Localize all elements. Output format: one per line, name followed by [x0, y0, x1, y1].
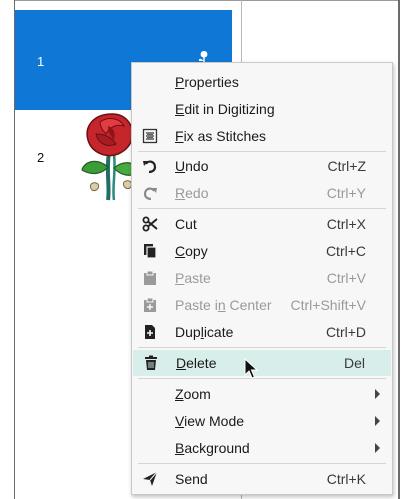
menu-item-shortcut: Ctrl+K — [326, 471, 366, 487]
menu-item-label: Zoom — [175, 386, 211, 402]
trash-icon — [145, 355, 157, 370]
row-number-2: 2 — [37, 150, 45, 165]
menu-item-duplicate[interactable]: Duplicate Ctrl+D — [132, 319, 392, 345]
menu-item-shortcut: Del — [343, 355, 365, 371]
menu-item-label: Copy — [175, 243, 208, 259]
menu-item-label: Fix as Stitches — [175, 128, 267, 144]
menu-item-edit-in-digitizing[interactable]: Edit in Digitizing — [132, 96, 392, 122]
fix-stitches-icon — [142, 128, 158, 144]
menu-item-send[interactable]: Send Ctrl+K — [132, 466, 392, 492]
menu-item-label: Paste in Center — [175, 297, 272, 313]
menu-item-shortcut: Ctrl+Y — [326, 185, 366, 201]
menu-item-label: Undo — [175, 158, 209, 174]
menu-separator — [138, 151, 386, 152]
menu-item-cut[interactable]: Cut Ctrl+X — [132, 211, 392, 237]
panel-border-top — [14, 0, 400, 1]
menu-item-paste-in-center[interactable]: Paste in Center Ctrl+Shift+V — [132, 292, 392, 318]
menu-item-copy[interactable]: Copy Ctrl+C — [132, 238, 392, 264]
menu-item-redo[interactable]: Redo Ctrl+Y — [132, 180, 392, 206]
context-menu: Properties Edit in Digitizing Fix as Sti… — [131, 62, 393, 495]
row-number-1: 1 — [37, 54, 45, 69]
submenu-arrow-icon — [375, 389, 380, 399]
mouse-pointer-icon — [244, 358, 259, 379]
paste-center-icon — [144, 297, 156, 312]
menu-separator — [138, 463, 386, 464]
submenu-arrow-icon — [375, 443, 380, 453]
undo-icon — [143, 160, 157, 174]
send-icon — [143, 471, 158, 486]
menu-item-shortcut: Ctrl+Z — [327, 158, 367, 174]
menu-item-label: Redo — [175, 185, 209, 201]
design-list-panel: 1 2 Properties Edit in Digitizing Fix as… — [0, 0, 401, 499]
menu-separator — [138, 378, 386, 379]
menu-item-view-mode[interactable]: View Mode — [132, 408, 392, 434]
menu-item-shortcut: Ctrl+Shift+V — [290, 297, 366, 313]
menu-item-label: Delete — [176, 355, 217, 371]
menu-item-shortcut: Ctrl+C — [325, 243, 366, 259]
menu-item-background[interactable]: Background — [132, 435, 392, 461]
menu-item-shortcut: Ctrl+D — [325, 324, 366, 340]
submenu-arrow-icon — [375, 416, 380, 426]
redo-icon — [143, 187, 157, 201]
menu-item-zoom[interactable]: Zoom — [132, 381, 392, 407]
menu-item-label: View Mode — [175, 413, 245, 429]
menu-item-shortcut: Ctrl+V — [326, 270, 366, 286]
menu-item-label: Paste — [175, 270, 211, 286]
paste-icon — [144, 270, 156, 285]
menu-item-label: Send — [175, 471, 208, 487]
menu-item-paste[interactable]: Paste Ctrl+V — [132, 265, 392, 291]
menu-item-undo[interactable]: Undo Ctrl+Z — [132, 153, 392, 179]
menu-item-properties[interactable]: Properties — [132, 69, 392, 95]
menu-separator — [138, 208, 386, 209]
duplicate-icon — [145, 325, 155, 339]
copy-icon — [144, 244, 157, 259]
menu-separator — [138, 347, 386, 348]
menu-item-fix-as-stitches[interactable]: Fix as Stitches — [132, 123, 392, 149]
menu-item-label: Duplicate — [175, 324, 234, 340]
panel-border-right — [398, 0, 400, 499]
menu-item-label: Edit in Digitizing — [175, 101, 275, 117]
menu-item-label: Cut — [175, 216, 197, 232]
menu-item-delete[interactable]: Delete Del — [133, 350, 391, 376]
menu-item-label: Properties — [175, 74, 239, 90]
scissors-icon — [142, 216, 158, 232]
menu-item-shortcut: Ctrl+X — [326, 216, 366, 232]
menu-item-label: Background — [175, 440, 250, 456]
